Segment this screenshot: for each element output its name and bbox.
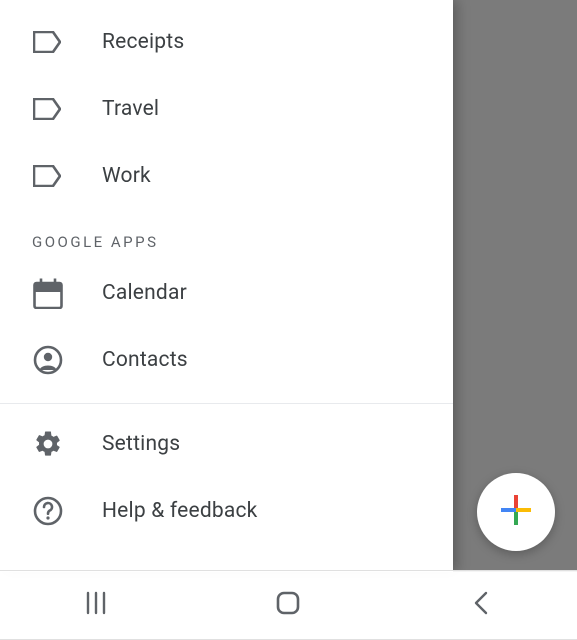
drawer-item-label: Contacts bbox=[102, 348, 188, 372]
drawer-item-help[interactable]: Help & feedback bbox=[0, 477, 453, 544]
help-icon bbox=[33, 496, 68, 526]
drawer-item-label: Settings bbox=[102, 432, 180, 456]
drawer-item-label: Help & feedback bbox=[102, 499, 258, 523]
drawer-item-work[interactable]: Work bbox=[0, 142, 453, 209]
calendar-icon bbox=[33, 277, 68, 309]
system-nav-bar bbox=[0, 570, 577, 640]
navigation-drawer: Receipts Travel Work GOOGLE APPS Calenda… bbox=[0, 0, 453, 572]
drawer-item-settings[interactable]: Settings bbox=[0, 410, 453, 477]
gear-icon bbox=[33, 429, 68, 459]
label-icon bbox=[33, 165, 68, 187]
plus-multicolor-icon bbox=[499, 493, 533, 531]
section-header-google-apps: GOOGLE APPS bbox=[0, 209, 453, 259]
recents-icon bbox=[83, 590, 109, 620]
drawer-item-contacts[interactable]: Contacts bbox=[0, 326, 453, 393]
nav-recents-button[interactable] bbox=[56, 585, 136, 625]
divider bbox=[0, 403, 453, 404]
drawer-item-label: Calendar bbox=[102, 281, 187, 305]
label-icon bbox=[33, 31, 68, 53]
drawer-item-label: Travel bbox=[102, 97, 159, 121]
nav-home-button[interactable] bbox=[248, 585, 328, 625]
compose-fab[interactable] bbox=[477, 473, 555, 551]
back-icon bbox=[471, 590, 491, 620]
drawer-item-travel[interactable]: Travel bbox=[0, 75, 453, 142]
nav-back-button[interactable] bbox=[441, 585, 521, 625]
home-icon bbox=[275, 590, 301, 620]
drawer-item-label: Work bbox=[102, 164, 151, 188]
drawer-item-calendar[interactable]: Calendar bbox=[0, 259, 453, 326]
contacts-icon bbox=[33, 345, 68, 375]
drawer-list: Receipts Travel Work GOOGLE APPS Calenda… bbox=[0, 0, 453, 544]
drawer-item-receipts[interactable]: Receipts bbox=[0, 8, 453, 75]
label-icon bbox=[33, 98, 68, 120]
drawer-item-label: Receipts bbox=[102, 30, 184, 54]
